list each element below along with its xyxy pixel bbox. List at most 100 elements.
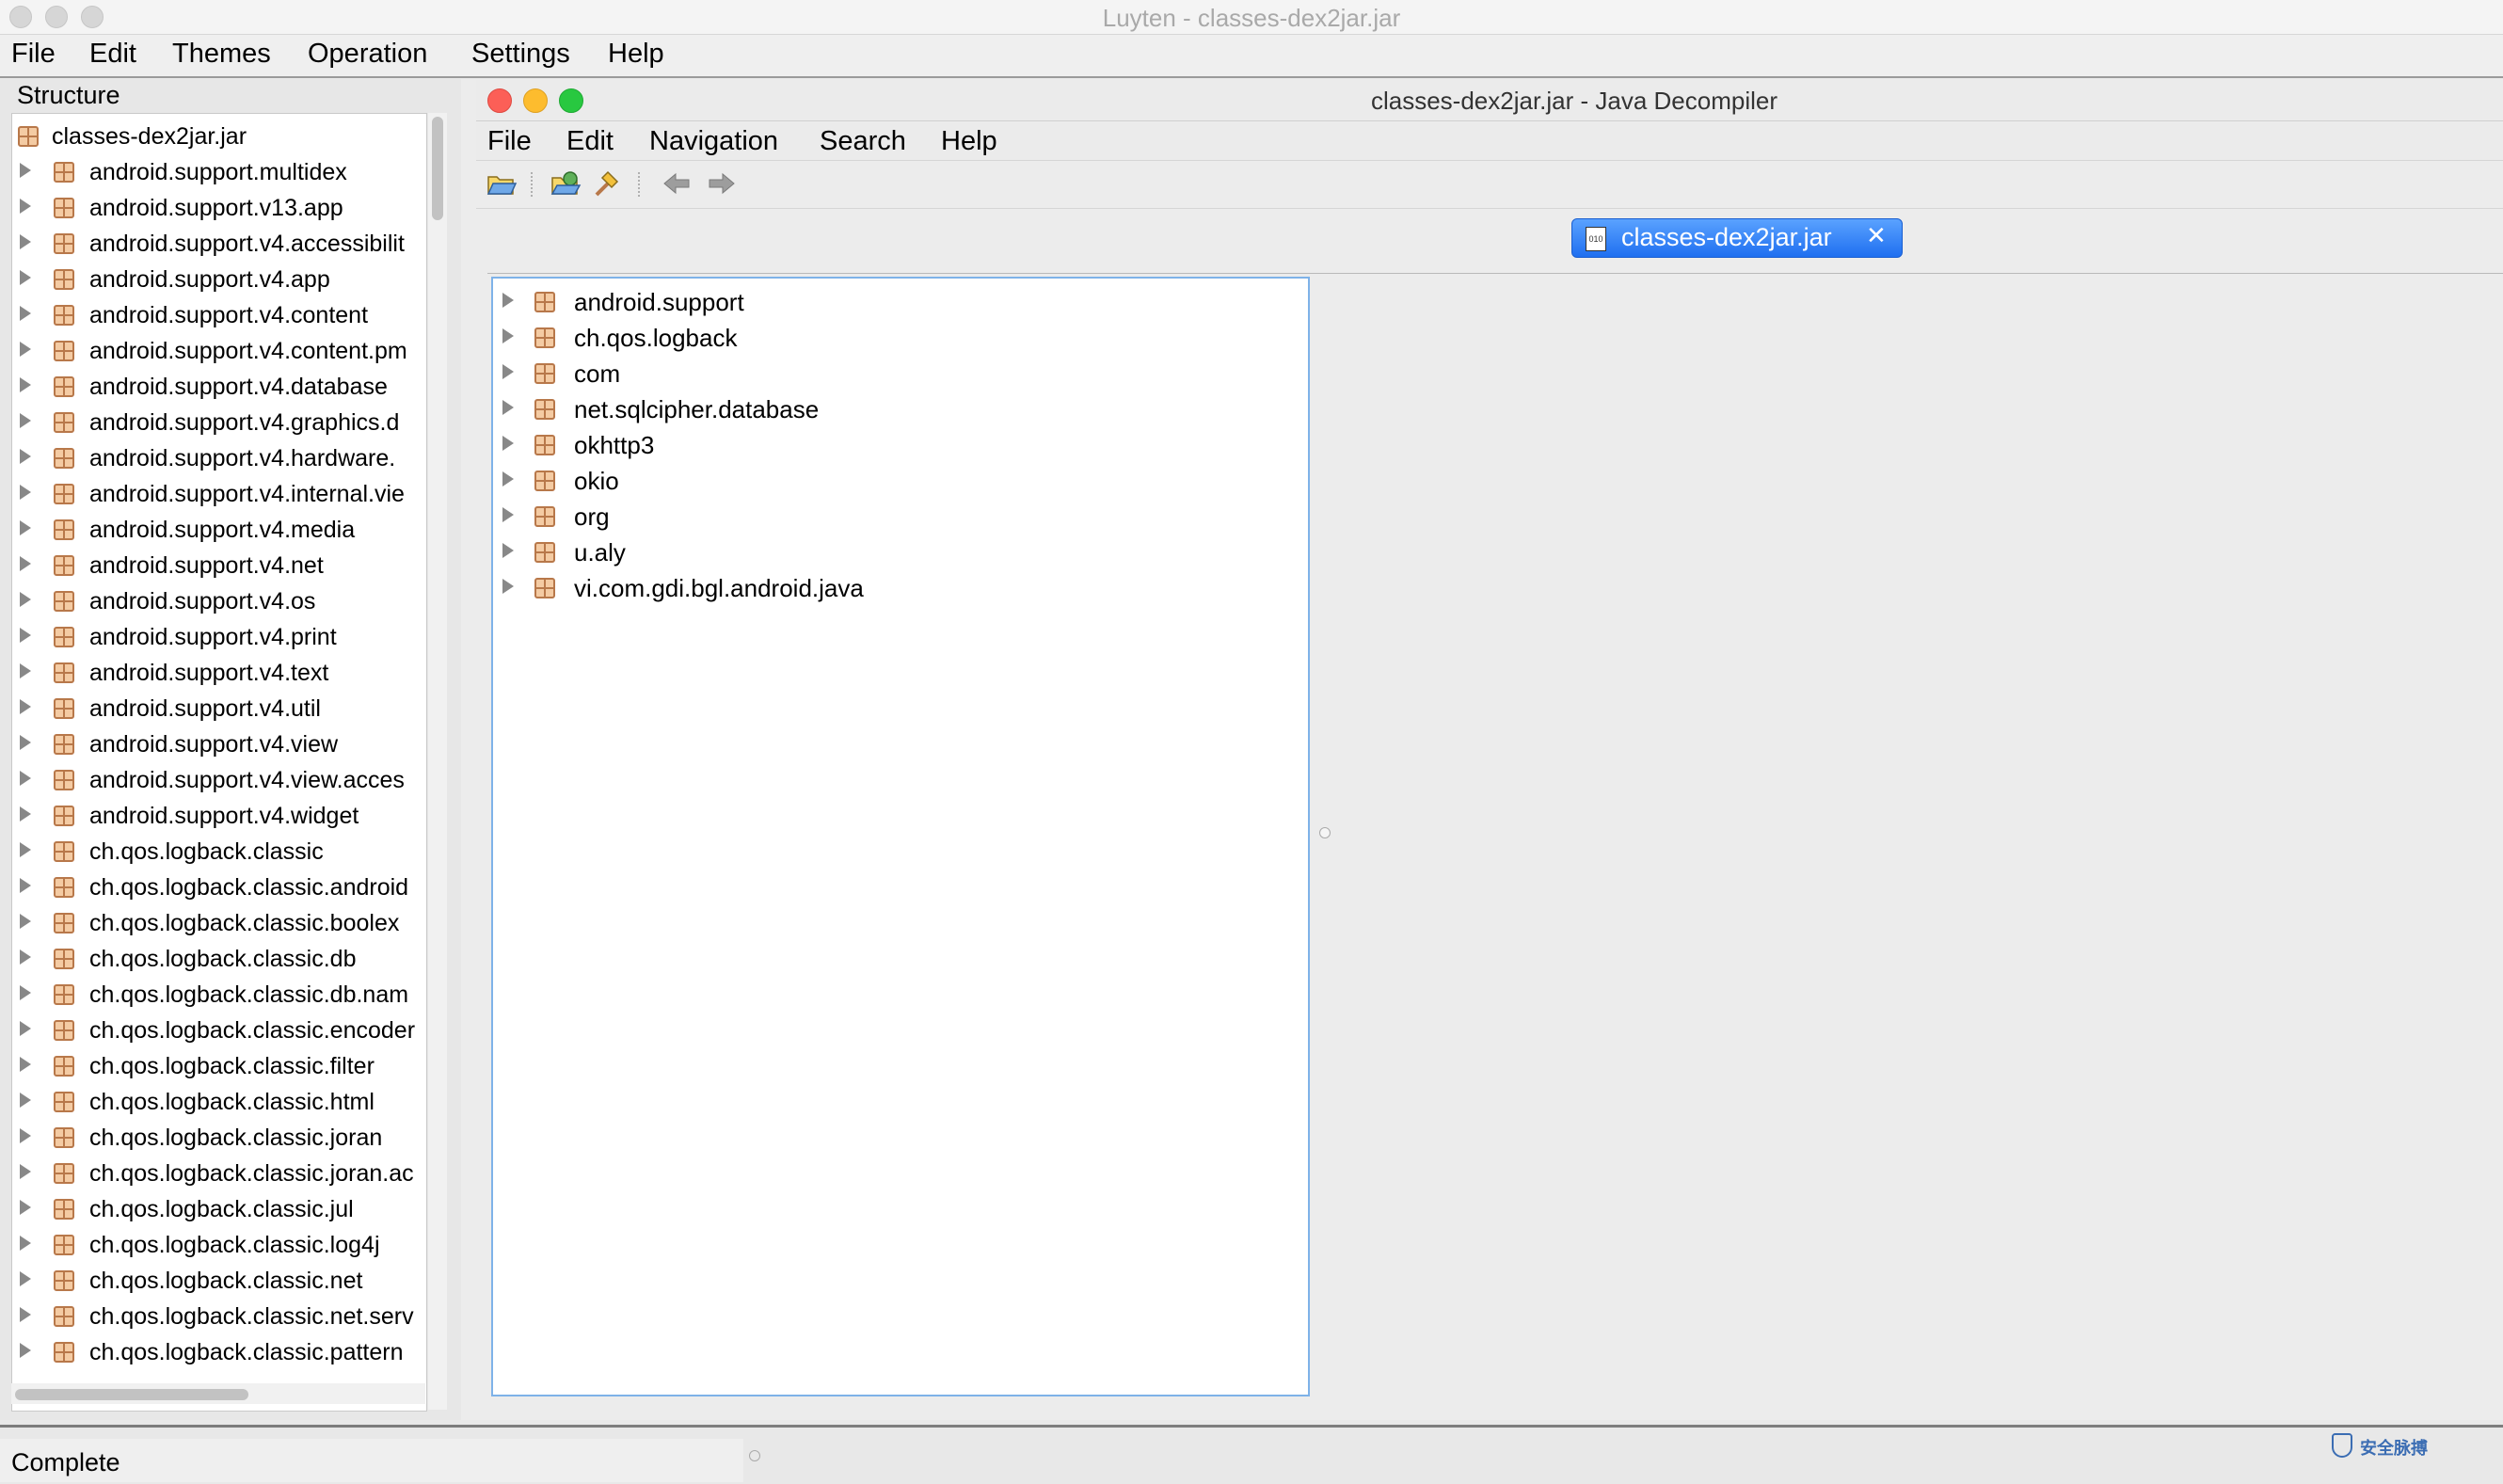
menu-navigation[interactable]: Navigation bbox=[649, 126, 778, 157]
expand-arrow-icon[interactable] bbox=[20, 878, 31, 893]
structure-tree-item[interactable]: android.support.v4.os bbox=[12, 584, 426, 620]
expand-arrow-icon[interactable] bbox=[20, 556, 31, 571]
structure-tree-item[interactable]: ch.qos.logback.classic.filter bbox=[12, 1049, 426, 1085]
structure-tree-item[interactable]: android.support.v4.content bbox=[12, 298, 426, 334]
structure-tree[interactable]: classes-dex2jar.jar android.support.mult… bbox=[11, 113, 427, 1412]
expand-arrow-icon[interactable] bbox=[20, 449, 31, 464]
expand-arrow-icon[interactable] bbox=[20, 842, 31, 857]
structure-tree-item[interactable]: ch.qos.logback.classic.android bbox=[12, 870, 426, 906]
open-file-icon[interactable] bbox=[486, 168, 518, 199]
structure-tree-item[interactable]: ch.qos.logback.classic.db.nam bbox=[12, 978, 426, 1013]
package-tree-item[interactable]: com bbox=[493, 356, 1302, 391]
expand-arrow-icon[interactable] bbox=[20, 1307, 31, 1322]
structure-tree-item[interactable]: android.support.v4.media bbox=[12, 513, 426, 549]
structure-tree-item[interactable]: android.support.v4.content.pm bbox=[12, 334, 426, 370]
package-tree-item[interactable]: u.aly bbox=[493, 535, 1302, 570]
menu-help[interactable]: Help bbox=[608, 39, 664, 70]
expand-arrow-icon[interactable] bbox=[20, 377, 31, 392]
scroll-thumb[interactable] bbox=[432, 117, 443, 220]
structure-horizontal-scrollbar[interactable] bbox=[11, 1383, 425, 1404]
menu-settings[interactable]: Settings bbox=[471, 39, 570, 70]
split-handle[interactable] bbox=[1319, 827, 1331, 838]
expand-arrow-icon[interactable] bbox=[20, 1343, 31, 1358]
expand-arrow-icon[interactable] bbox=[20, 949, 31, 965]
structure-tree-item[interactable]: ch.qos.logback.classic.boolex bbox=[12, 906, 426, 942]
expand-arrow-icon[interactable] bbox=[20, 699, 31, 714]
structure-tree-item[interactable]: android.support.multidex bbox=[12, 155, 426, 191]
menu-help[interactable]: Help bbox=[941, 126, 997, 157]
structure-tree-item[interactable]: ch.qos.logback.classic.net bbox=[12, 1264, 426, 1300]
expand-arrow-icon[interactable] bbox=[20, 342, 31, 357]
expand-arrow-icon[interactable] bbox=[20, 199, 31, 214]
structure-tree-item[interactable]: ch.qos.logback.classic.log4j bbox=[12, 1228, 426, 1264]
package-tree-item[interactable]: org bbox=[493, 499, 1302, 535]
menu-search[interactable]: Search bbox=[820, 126, 906, 157]
expand-arrow-icon[interactable] bbox=[20, 1236, 31, 1251]
structure-tree-item[interactable]: android.support.v13.app bbox=[12, 191, 426, 227]
expand-arrow-icon[interactable] bbox=[20, 1057, 31, 1072]
expand-arrow-icon[interactable] bbox=[20, 806, 31, 822]
expand-arrow-icon[interactable] bbox=[502, 579, 514, 594]
structure-tree-item[interactable]: android.support.v4.view.acces bbox=[12, 763, 426, 799]
package-tree-item[interactable]: okio bbox=[493, 463, 1302, 499]
structure-tree-item[interactable]: android.support.v4.accessibilit bbox=[12, 227, 426, 263]
expand-arrow-icon[interactable] bbox=[20, 1128, 31, 1143]
tree-root-item[interactable]: classes-dex2jar.jar bbox=[12, 120, 426, 155]
expand-arrow-icon[interactable] bbox=[20, 663, 31, 678]
expand-arrow-icon[interactable] bbox=[20, 1164, 31, 1179]
structure-tree-item[interactable]: ch.qos.logback.classic.net.serv bbox=[12, 1300, 426, 1335]
package-tree[interactable]: android.support ch.qos.logback com net.sqlc… bbox=[491, 277, 1310, 1396]
expand-arrow-icon[interactable] bbox=[502, 436, 514, 451]
expand-arrow-icon[interactable] bbox=[502, 507, 514, 522]
structure-tree-item[interactable]: android.support.v4.net bbox=[12, 549, 426, 584]
structure-tree-item[interactable]: android.support.v4.app bbox=[12, 263, 426, 298]
structure-tree-item[interactable]: ch.qos.logback.classic.jul bbox=[12, 1192, 426, 1228]
expand-arrow-icon[interactable] bbox=[502, 328, 514, 343]
back-arrow-icon[interactable] bbox=[661, 168, 693, 199]
structure-tree-item[interactable]: android.support.v4.print bbox=[12, 620, 426, 656]
structure-tree-item[interactable]: android.support.v4.hardware. bbox=[12, 441, 426, 477]
structure-tree-item[interactable]: android.support.v4.database bbox=[12, 370, 426, 406]
scroll-thumb[interactable] bbox=[15, 1389, 248, 1400]
package-tree-item[interactable]: ch.qos.logback bbox=[493, 320, 1302, 356]
close-tab-icon[interactable]: ✕ bbox=[1866, 221, 1887, 250]
expand-arrow-icon[interactable] bbox=[20, 270, 31, 285]
structure-tree-item[interactable]: android.support.v4.graphics.d bbox=[12, 406, 426, 441]
package-tree-item[interactable]: android.support bbox=[493, 284, 1302, 320]
expand-arrow-icon[interactable] bbox=[502, 400, 514, 415]
structure-tree-item[interactable]: ch.qos.logback.classic.html bbox=[12, 1085, 426, 1121]
structure-tree-item[interactable]: android.support.v4.widget bbox=[12, 799, 426, 835]
package-tree-item[interactable]: net.sqlcipher.database bbox=[493, 391, 1302, 427]
expand-arrow-icon[interactable] bbox=[502, 471, 514, 487]
expand-arrow-icon[interactable] bbox=[20, 234, 31, 249]
status-splitter-handle[interactable] bbox=[749, 1450, 760, 1461]
expand-arrow-icon[interactable] bbox=[20, 1271, 31, 1286]
expand-arrow-icon[interactable] bbox=[20, 485, 31, 500]
structure-tree-item[interactable]: ch.qos.logback.classic.db bbox=[12, 942, 426, 978]
expand-arrow-icon[interactable] bbox=[502, 364, 514, 379]
structure-tree-item[interactable]: android.support.v4.view bbox=[12, 727, 426, 763]
menu-file[interactable]: File bbox=[487, 126, 532, 157]
expand-arrow-icon[interactable] bbox=[20, 520, 31, 535]
structure-tree-item[interactable]: ch.qos.logback.classic bbox=[12, 835, 426, 870]
menu-file[interactable]: File bbox=[11, 39, 56, 70]
menu-operation[interactable]: Operation bbox=[308, 39, 427, 70]
expand-arrow-icon[interactable] bbox=[20, 735, 31, 750]
expand-arrow-icon[interactable] bbox=[20, 771, 31, 786]
panel-splitter[interactable] bbox=[461, 79, 476, 1420]
structure-tree-item[interactable]: ch.qos.logback.classic.joran.ac bbox=[12, 1157, 426, 1192]
expand-arrow-icon[interactable] bbox=[20, 1093, 31, 1108]
menu-edit[interactable]: Edit bbox=[566, 126, 614, 157]
expand-arrow-icon[interactable] bbox=[20, 592, 31, 607]
menu-edit[interactable]: Edit bbox=[89, 39, 136, 70]
structure-tree-item[interactable]: android.support.v4.text bbox=[12, 656, 426, 692]
structure-tree-item[interactable]: ch.qos.logback.classic.joran bbox=[12, 1121, 426, 1157]
expand-arrow-icon[interactable] bbox=[20, 163, 31, 178]
expand-arrow-icon[interactable] bbox=[20, 413, 31, 428]
package-tree-item[interactable]: okhttp3 bbox=[493, 427, 1302, 463]
structure-tree-item[interactable]: ch.qos.logback.classic.encoder bbox=[12, 1013, 426, 1049]
search-type-icon[interactable] bbox=[593, 168, 625, 199]
expand-arrow-icon[interactable] bbox=[20, 628, 31, 643]
structure-tree-item[interactable]: android.support.v4.internal.vie bbox=[12, 477, 426, 513]
structure-vertical-scrollbar[interactable] bbox=[428, 113, 447, 1410]
